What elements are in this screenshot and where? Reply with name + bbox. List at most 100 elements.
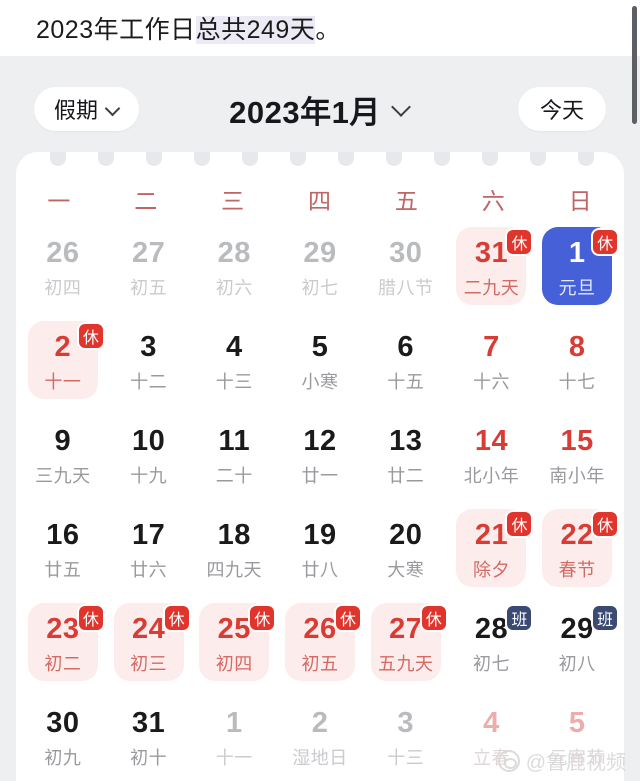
day-number: 2 bbox=[311, 707, 329, 740]
lunar-label: 廿二 bbox=[387, 465, 425, 486]
day-cell[interactable]: 2 湿地日 bbox=[277, 692, 363, 781]
day-cell[interactable]: 15 南小年 bbox=[534, 410, 620, 504]
lunar-label: 十三 bbox=[215, 371, 253, 392]
day-cell[interactable]: 4 立春 bbox=[449, 692, 535, 781]
day-number: 30 bbox=[389, 237, 423, 270]
calendar-week-row: 2 十一 休 3 十二 4 十三 5 小寒 6 十五 7 十六 8 十七 bbox=[20, 316, 620, 410]
day-cell[interactable]: 26 初五 休 bbox=[277, 598, 363, 692]
calendar-week-row: 16 廿五 17 廿六 18 四九天 19 廿八 20 大寒 21 除夕休 22 春节休 bbox=[20, 504, 620, 598]
day-number: 27 bbox=[389, 613, 423, 646]
weekday-label: 一 bbox=[47, 188, 72, 214]
lunar-label: 除夕 bbox=[472, 559, 510, 580]
day-cell[interactable]: 7 十六 bbox=[449, 316, 535, 410]
day-cell[interactable]: 20 大寒 bbox=[363, 504, 449, 598]
day-cell[interactable]: 28 初七 班 bbox=[449, 598, 535, 692]
calendar-control-bar: 假期 今天 bbox=[0, 78, 640, 140]
day-number: 30 bbox=[46, 707, 80, 740]
day-cell[interactable]: 10 十九 bbox=[106, 410, 192, 504]
lunar-label: 初十 bbox=[130, 747, 168, 768]
day-cell[interactable]: 19 廿八 bbox=[277, 504, 363, 598]
holiday-filter-button[interactable]: 假期 bbox=[34, 87, 140, 131]
binding-ring bbox=[50, 152, 66, 166]
binding-ring bbox=[338, 152, 354, 166]
lunar-label: 十一 bbox=[215, 747, 253, 768]
day-cell[interactable]: 29 初七 bbox=[277, 222, 363, 316]
lunar-label: 初八 bbox=[558, 653, 596, 674]
lunar-label: 四九天 bbox=[206, 559, 263, 580]
day-cell[interactable]: 4 十三 bbox=[191, 316, 277, 410]
lunar-label: 立春 bbox=[472, 747, 510, 768]
weekday-header-row: 一二三四五六日 bbox=[16, 176, 624, 222]
day-cell[interactable]: 17 廿六 bbox=[106, 504, 192, 598]
day-cell[interactable]: 28 初六 bbox=[191, 222, 277, 316]
day-cell[interactable]: 26 初四 bbox=[20, 222, 106, 316]
lunar-label: 初三 bbox=[130, 653, 168, 674]
day-number: 11 bbox=[218, 425, 251, 458]
day-cell[interactable]: 5 元宵节 bbox=[534, 692, 620, 781]
day-number: 20 bbox=[389, 519, 423, 552]
restday-badge: 休 bbox=[76, 604, 105, 632]
day-cell[interactable]: 18 四九天 bbox=[191, 504, 277, 598]
day-number: 31 bbox=[131, 707, 166, 740]
day-cell[interactable]: 25 初四 休 bbox=[191, 598, 277, 692]
day-number: 13 bbox=[389, 425, 423, 458]
day-number: 23 bbox=[46, 613, 80, 646]
day-cell[interactable]: 23 初二 休 bbox=[20, 598, 106, 692]
day-cell[interactable]: 12 廿一 bbox=[277, 410, 363, 504]
lunar-label: 湿地日 bbox=[292, 747, 348, 768]
day-number: 4 bbox=[225, 331, 243, 364]
lunar-label: 十七 bbox=[558, 371, 596, 392]
day-cell[interactable]: 9 三九天 bbox=[20, 410, 106, 504]
day-number: 26 bbox=[303, 613, 337, 646]
binding-ring bbox=[194, 152, 210, 166]
day-number: 22 bbox=[560, 519, 594, 552]
day-cell[interactable]: 6 十五 bbox=[363, 316, 449, 410]
lunar-label: 廿六 bbox=[130, 559, 168, 580]
calendar-card: 一二三四五六日 26 初四 27 初五 28 初六 29 初七 30 腊八节 31 二九天休 1 元旦休 2… bbox=[16, 152, 624, 781]
lunar-label: 廿一 bbox=[301, 465, 339, 486]
day-cell[interactable]: 27 五九天 休 bbox=[363, 598, 449, 692]
day-number: 28 bbox=[474, 613, 509, 646]
day-cell[interactable]: 24 初三 休 bbox=[106, 598, 192, 692]
day-cell[interactable]: 29 初八 班 bbox=[534, 598, 620, 692]
restday-badge: 休 bbox=[505, 510, 534, 538]
day-number: 4 bbox=[483, 707, 500, 740]
lunar-label: 二十 bbox=[215, 465, 253, 486]
day-cell[interactable]: 31 二九天 休 bbox=[449, 222, 535, 316]
day-number: 15 bbox=[560, 425, 594, 458]
restday-badge: 休 bbox=[591, 228, 620, 256]
day-number: 29 bbox=[560, 613, 594, 646]
day-cell[interactable]: 2 十一 休 bbox=[20, 316, 106, 410]
day-number: 26 bbox=[46, 237, 80, 270]
day-number: 31 bbox=[474, 237, 509, 270]
calendar-app: 2023年工作日总共249天。 假期 今天 2023年1月 一二三四五六日 26… bbox=[0, 0, 640, 781]
day-cell[interactable]: 3 十二 bbox=[106, 316, 192, 410]
day-cell[interactable]: 30 腊八节 bbox=[363, 222, 449, 316]
day-number: 24 bbox=[131, 613, 166, 646]
lunar-label: 十三 bbox=[387, 747, 425, 768]
day-cell[interactable]: 1 十一 bbox=[191, 692, 277, 781]
day-cell[interactable]: 21 除夕 休 bbox=[449, 504, 535, 598]
lunar-label: 初六 bbox=[215, 277, 253, 298]
day-cell[interactable]: 27 初五 bbox=[106, 222, 192, 316]
weekday-label: 三 bbox=[221, 188, 246, 214]
holiday-filter-label: 假期 bbox=[54, 98, 99, 123]
day-number: 7 bbox=[483, 331, 500, 364]
day-cell[interactable]: 3 十三 bbox=[363, 692, 449, 781]
day-cell[interactable]: 31 初十 bbox=[106, 692, 192, 781]
vertical-scrollbar[interactable] bbox=[632, 6, 637, 124]
day-cell[interactable]: 1 元旦 休 bbox=[534, 222, 620, 316]
binding-ring bbox=[434, 152, 450, 166]
headline-highlight: 总共249天 bbox=[195, 16, 316, 44]
day-cell[interactable]: 16 廿五 bbox=[20, 504, 106, 598]
day-cell[interactable]: 13 廿二 bbox=[363, 410, 449, 504]
day-cell[interactable]: 30 初九 bbox=[20, 692, 106, 781]
page-headline: 2023年工作日总共249天。 bbox=[36, 10, 341, 46]
day-cell[interactable]: 14 北小年 bbox=[449, 410, 535, 504]
day-cell[interactable]: 22 春节 休 bbox=[534, 504, 620, 598]
day-cell[interactable]: 8 十七 bbox=[534, 316, 620, 410]
today-button[interactable]: 今天 bbox=[517, 87, 606, 131]
calendar-week-row: 30 初九 31 初十 1 十一 2 湿地日 3 十三 4 立春 5 元宵节 bbox=[20, 692, 620, 781]
day-cell[interactable]: 11 二十 bbox=[191, 410, 277, 504]
day-cell[interactable]: 5 小寒 bbox=[277, 316, 363, 410]
